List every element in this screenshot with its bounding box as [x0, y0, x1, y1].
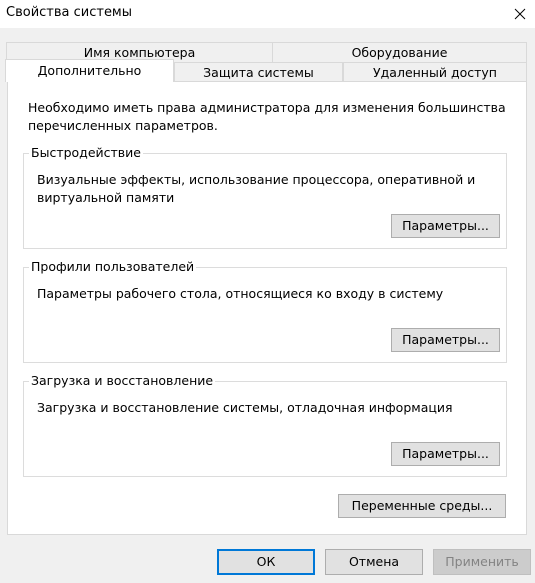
startup-settings-button[interactable]: Параметры...: [391, 442, 500, 466]
tab-label: Дополнительно: [37, 63, 142, 78]
tab-hardware[interactable]: Оборудование: [272, 42, 527, 62]
performance-description: Визуальные эффекты, использование процес…: [37, 172, 476, 205]
ok-button[interactable]: ОК: [217, 549, 315, 575]
tab-label: Имя компьютера: [83, 45, 196, 60]
window-title: Свойства системы: [6, 5, 133, 20]
tab-label: Оборудование: [351, 45, 448, 60]
tab-system-protection[interactable]: Защита системы: [174, 62, 343, 82]
close-button[interactable]: [505, 0, 535, 28]
apply-button[interactable]: Применить: [433, 549, 531, 575]
group-startup-recovery: Загрузка и восстановление Загрузка и вос…: [23, 372, 507, 477]
group-legend-performance: Быстродействие: [29, 144, 143, 162]
group-performance: Быстродействие Визуальные эффекты, испол…: [23, 144, 507, 249]
group-user-profiles: Профили пользователей Параметры рабочего…: [23, 258, 507, 363]
performance-settings-button[interactable]: Параметры...: [391, 214, 500, 238]
startup-description: Загрузка и восстановление системы, отлад…: [37, 400, 453, 415]
profiles-settings-button[interactable]: Параметры...: [391, 328, 500, 352]
group-legend-profiles: Профили пользователей: [29, 258, 197, 276]
profiles-description: Параметры рабочего стола, относящиеся ко…: [37, 286, 444, 301]
group-legend-startup: Загрузка и восстановление: [29, 372, 216, 390]
tab-panel-advanced: Необходимо иметь права администратора дл…: [7, 81, 527, 535]
cancel-button[interactable]: Отмена: [325, 549, 423, 575]
close-icon: [514, 8, 526, 20]
tab-label: Удаленный доступ: [373, 65, 497, 80]
tab-advanced[interactable]: Дополнительно: [5, 59, 174, 82]
tab-label: Защита системы: [203, 65, 314, 80]
environment-variables-button[interactable]: Переменные среды...: [338, 494, 506, 518]
tab-remote-access[interactable]: Удаленный доступ: [343, 62, 527, 82]
title-bar: Свойства системы: [0, 0, 535, 28]
admin-notice: Необходимо иметь права администратора дл…: [28, 100, 506, 133]
